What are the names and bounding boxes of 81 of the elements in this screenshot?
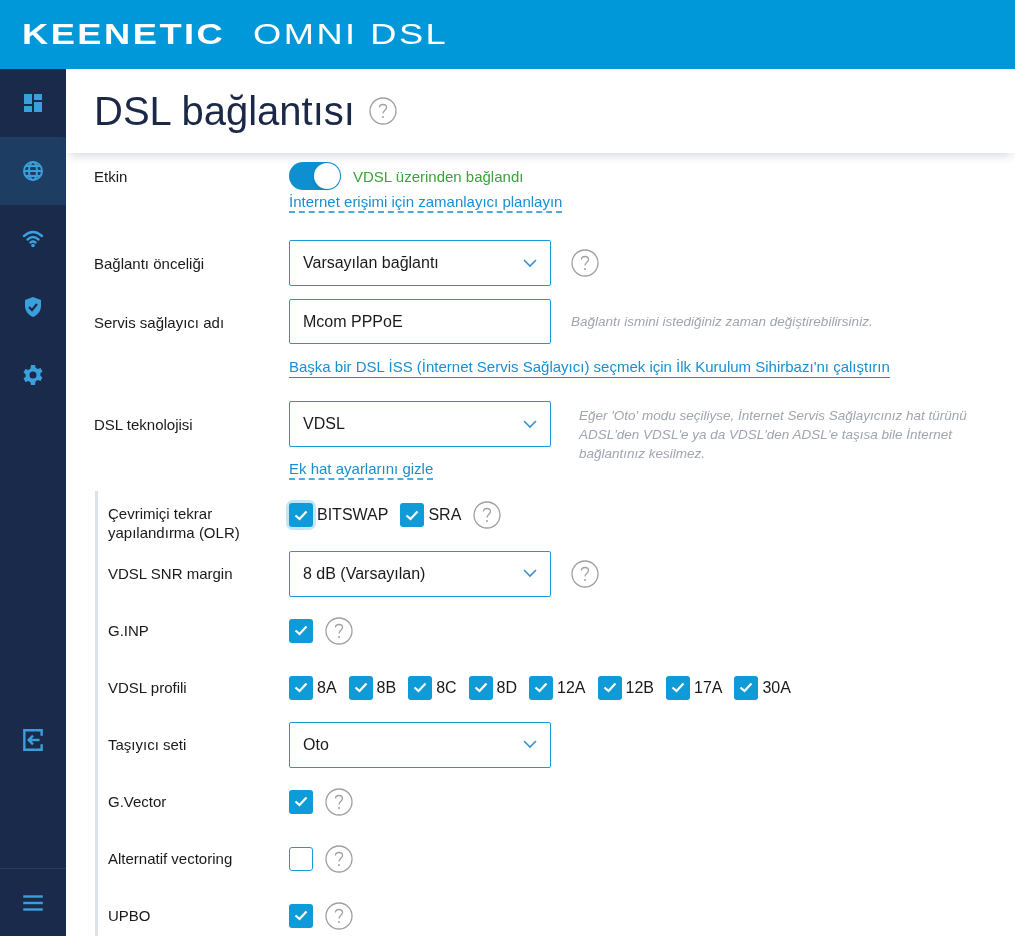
- checkmark-icon: [294, 625, 308, 636]
- chevron-down-icon: [523, 569, 537, 578]
- sidebar-item[interactable]: [0, 137, 66, 205]
- help-icon[interactable]: [368, 97, 397, 125]
- checkbox-label: 12A: [557, 677, 586, 698]
- checkbox-label: SRA: [428, 505, 462, 525]
- field-label: Servis sağlayıcı adı: [94, 313, 226, 332]
- help-icon[interactable]: [571, 249, 599, 277]
- checkmark-icon: [473, 682, 488, 693]
- checkbox-label: 30A: [762, 677, 791, 698]
- link[interactable]: Ek hat ayarlarını gizle: [289, 459, 434, 479]
- hint-text: Eğer 'Oto' modu seçiliyse, İnternet Servis Sağlayıcınız hat türünü ADSL'den VDSL'e ya da VDSL'den ADSL'e taşısa bile İnternet bağlantınız kesilmez.: [577, 407, 968, 463]
- field-label: G.Vector: [108, 792, 168, 811]
- field-label: Bağlantı önceliği: [94, 254, 206, 273]
- field-label: VDSL SNR margin: [108, 564, 234, 583]
- field-label: VDSL profili: [108, 678, 188, 697]
- dropdown[interactable]: Oto: [289, 721, 551, 768]
- hint-text: Bağlantı ismini istediğiniz zaman değiştirebilirsiniz.: [571, 313, 873, 331]
- checkmark-icon: [739, 682, 754, 693]
- field-label: Çevrimiçi tekrar yapılandırma (OLR): [108, 504, 241, 542]
- checkmark-icon: [353, 682, 368, 693]
- chevron-down-icon: [523, 740, 537, 749]
- toggle-switch[interactable]: [289, 162, 341, 190]
- checkbox[interactable]: [597, 675, 622, 700]
- checkmark-icon: [413, 682, 428, 693]
- checkbox[interactable]: [289, 846, 313, 871]
- help-icon[interactable]: [571, 559, 599, 588]
- field-label: UPBO: [108, 906, 152, 925]
- checkmark-icon: [294, 682, 308, 693]
- checkbox-label: 8D: [496, 677, 518, 698]
- dashboard-icon: [21, 91, 45, 115]
- page-title: DSL bağlantısı: [94, 88, 355, 135]
- settings-icon: [21, 363, 45, 387]
- dropdown[interactable]: VDSL: [289, 401, 551, 447]
- link[interactable]: Başka bir DSL İSS (İnternet Servis Sağlayıcı) seçmek için İlk Kurulum Sihirbazı'nı çalıştırın: [289, 357, 890, 377]
- checkbox-label: 12B: [625, 677, 654, 698]
- help-icon[interactable]: [325, 901, 353, 930]
- checkmark-icon: [294, 796, 308, 807]
- help-icon[interactable]: [325, 844, 353, 873]
- field-label: G.INP: [108, 621, 150, 640]
- dropdown[interactable]: 8 dB (Varsayılan): [289, 550, 551, 597]
- checkbox[interactable]: [734, 675, 759, 700]
- chevron-down-icon: [523, 419, 537, 429]
- checkbox-label: 8A: [317, 677, 337, 698]
- checkbox[interactable]: [348, 675, 373, 700]
- checkbox[interactable]: [289, 675, 313, 700]
- checkbox[interactable]: [289, 789, 313, 814]
- globe-icon: [21, 159, 45, 183]
- status-text: VDSL üzerinden bağlandı: [353, 167, 524, 187]
- checkbox[interactable]: [468, 675, 493, 700]
- field-label: DSL teknolojisi: [94, 415, 194, 434]
- checkbox[interactable]: [400, 503, 425, 527]
- field-label: Taşıyıcı seti: [108, 735, 188, 754]
- input-field[interactable]: Mcom PPPoE: [289, 299, 551, 344]
- dropdown[interactable]: Varsayılan bağlantı: [289, 240, 551, 286]
- checkmark-icon: [671, 682, 685, 693]
- brand-logo: KEENETIC: [22, 16, 226, 52]
- checkmark-icon: [602, 682, 617, 693]
- checkbox-label: 8B: [376, 677, 397, 698]
- model-name: OMNI DSL: [252, 16, 448, 52]
- help-icon[interactable]: [473, 501, 502, 529]
- checkbox-label: 17A: [694, 677, 723, 698]
- link[interactable]: İnternet erişimi için zamanlayıcı planlayın: [289, 192, 563, 212]
- help-icon[interactable]: [325, 616, 353, 645]
- checkmark-icon: [294, 910, 308, 921]
- checkbox[interactable]: [666, 675, 690, 700]
- checkbox[interactable]: [529, 675, 554, 700]
- field-label: Alternatif vectoring: [108, 849, 234, 868]
- help-icon[interactable]: [325, 787, 353, 816]
- checkbox-label: BITSWAP: [317, 505, 389, 525]
- checkmark-icon: [534, 682, 549, 693]
- checkbox[interactable]: [408, 675, 433, 700]
- checkbox[interactable]: [289, 903, 313, 928]
- chevron-down-icon: [523, 258, 537, 268]
- checkbox[interactable]: [289, 503, 313, 527]
- field-label: Etkin: [94, 167, 129, 186]
- checkbox[interactable]: [289, 618, 313, 643]
- exit-icon: [20, 727, 46, 753]
- checkmark-icon: [294, 509, 308, 521]
- checkbox-label: 8C: [436, 677, 457, 698]
- checkmark-icon: [405, 509, 420, 521]
